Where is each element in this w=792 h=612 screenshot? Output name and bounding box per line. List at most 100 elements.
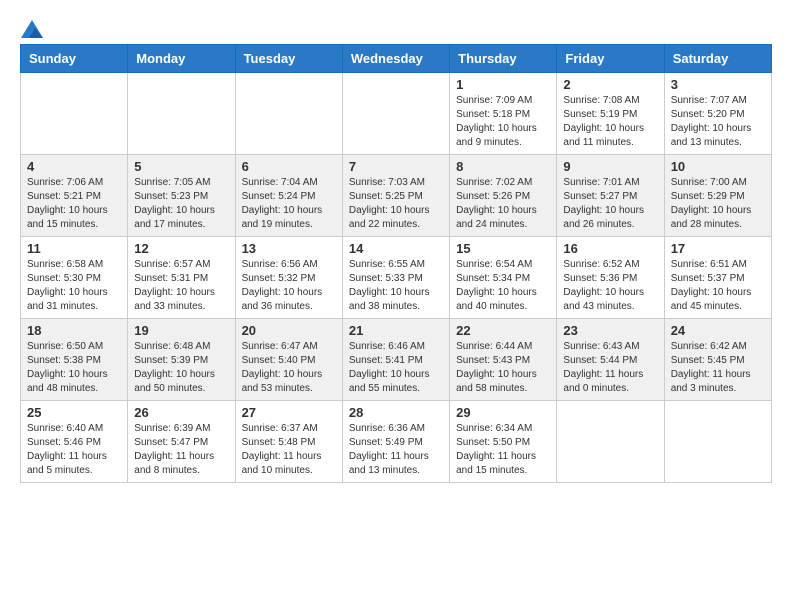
day-info: Sunrise: 6:34 AM Sunset: 5:50 PM Dayligh…: [456, 422, 550, 478]
day-info: Sunrise: 6:56 AM Sunset: 5:32 PM Dayligh…: [242, 258, 336, 314]
day-info: Sunrise: 6:36 AM Sunset: 5:49 PM Dayligh…: [349, 422, 443, 478]
day-number: 6: [242, 159, 336, 174]
day-header-tuesday: Tuesday: [235, 45, 342, 73]
day-number: 18: [27, 323, 121, 338]
day-info: Sunrise: 6:57 AM Sunset: 5:31 PM Dayligh…: [134, 258, 228, 314]
calendar-cell: 5 Sunrise: 7:05 AM Sunset: 5:23 PM Daylig…: [128, 155, 235, 237]
day-info: Sunrise: 7:02 AM Sunset: 5:26 PM Dayligh…: [456, 176, 550, 232]
day-info: Sunrise: 6:43 AM Sunset: 5:44 PM Dayligh…: [563, 340, 657, 396]
day-number: 24: [671, 323, 765, 338]
day-info: Sunrise: 6:51 AM Sunset: 5:37 PM Dayligh…: [671, 258, 765, 314]
calendar-cell: 2Sunrise: 7:08 AM Sunset: 5:19 PM Daylig…: [557, 73, 664, 155]
calendar-cell: [557, 401, 664, 483]
calendar-cell: 8 Sunrise: 7:02 AM Sunset: 5:26 PM Daylig…: [450, 155, 557, 237]
day-header-sunday: Sunday: [21, 45, 128, 73]
day-number: 7: [349, 159, 443, 174]
calendar-week-row: 4 Sunrise: 7:06 AM Sunset: 5:21 PM Daylig…: [21, 155, 772, 237]
calendar-cell: 7 Sunrise: 7:03 AM Sunset: 5:25 PM Daylig…: [342, 155, 449, 237]
day-info: Sunrise: 7:09 AM Sunset: 5:18 PM Dayligh…: [456, 94, 550, 150]
calendar-cell: [21, 73, 128, 155]
day-info: Sunrise: 7:00 AM Sunset: 5:29 PM Dayligh…: [671, 176, 765, 232]
day-header-thursday: Thursday: [450, 45, 557, 73]
day-info: Sunrise: 6:58 AM Sunset: 5:30 PM Dayligh…: [27, 258, 121, 314]
day-number: 27: [242, 405, 336, 420]
calendar-cell: [128, 73, 235, 155]
calendar-cell: 15 Sunrise: 6:54 AM Sunset: 5:34 PM Dayli…: [450, 237, 557, 319]
day-info: Sunrise: 7:04 AM Sunset: 5:24 PM Dayligh…: [242, 176, 336, 232]
day-header-friday: Friday: [557, 45, 664, 73]
calendar-cell: [342, 73, 449, 155]
day-info: Sunrise: 6:46 AM Sunset: 5:41 PM Dayligh…: [349, 340, 443, 396]
calendar-cell: 6 Sunrise: 7:04 AM Sunset: 5:24 PM Daylig…: [235, 155, 342, 237]
calendar-cell: [664, 401, 771, 483]
day-info: Sunrise: 7:06 AM Sunset: 5:21 PM Dayligh…: [27, 176, 121, 232]
calendar-header-row: SundayMondayTuesdayWednesdayThursdayFrid…: [21, 45, 772, 73]
calendar-cell: 19 Sunrise: 6:48 AM Sunset: 5:39 PM Dayli…: [128, 319, 235, 401]
calendar-cell: 18 Sunrise: 6:50 AM Sunset: 5:38 PM Dayli…: [21, 319, 128, 401]
calendar-cell: 22 Sunrise: 6:44 AM Sunset: 5:43 PM Dayli…: [450, 319, 557, 401]
calendar-week-row: 11 Sunrise: 6:58 AM Sunset: 5:30 PM Dayli…: [21, 237, 772, 319]
calendar-cell: 12 Sunrise: 6:57 AM Sunset: 5:31 PM Dayli…: [128, 237, 235, 319]
day-info: Sunrise: 6:39 AM Sunset: 5:47 PM Dayligh…: [134, 422, 228, 478]
day-info: Sunrise: 7:07 AM Sunset: 5:20 PM Dayligh…: [671, 94, 765, 150]
day-number: 14: [349, 241, 443, 256]
day-header-monday: Monday: [128, 45, 235, 73]
day-info: Sunrise: 7:05 AM Sunset: 5:23 PM Dayligh…: [134, 176, 228, 232]
day-info: Sunrise: 6:42 AM Sunset: 5:45 PM Dayligh…: [671, 340, 765, 396]
calendar-week-row: 25 Sunrise: 6:40 AM Sunset: 5:46 PM Dayli…: [21, 401, 772, 483]
day-number: 25: [27, 405, 121, 420]
calendar-cell: 10 Sunrise: 7:00 AM Sunset: 5:29 PM Dayli…: [664, 155, 771, 237]
day-number: 22: [456, 323, 550, 338]
day-number: 28: [349, 405, 443, 420]
day-info: Sunrise: 6:55 AM Sunset: 5:33 PM Dayligh…: [349, 258, 443, 314]
day-number: 8: [456, 159, 550, 174]
day-number: 20: [242, 323, 336, 338]
day-info: Sunrise: 6:48 AM Sunset: 5:39 PM Dayligh…: [134, 340, 228, 396]
day-number: 4: [27, 159, 121, 174]
day-number: 12: [134, 241, 228, 256]
day-info: Sunrise: 7:01 AM Sunset: 5:27 PM Dayligh…: [563, 176, 657, 232]
calendar-cell: 13 Sunrise: 6:56 AM Sunset: 5:32 PM Dayli…: [235, 237, 342, 319]
calendar-cell: 28 Sunrise: 6:36 AM Sunset: 5:49 PM Dayli…: [342, 401, 449, 483]
header: [20, 20, 772, 34]
day-number: 16: [563, 241, 657, 256]
calendar-cell: 9 Sunrise: 7:01 AM Sunset: 5:27 PM Daylig…: [557, 155, 664, 237]
day-info: Sunrise: 7:03 AM Sunset: 5:25 PM Dayligh…: [349, 176, 443, 232]
calendar-cell: 24 Sunrise: 6:42 AM Sunset: 5:45 PM Dayli…: [664, 319, 771, 401]
day-number: 1: [456, 77, 550, 92]
calendar-cell: 26 Sunrise: 6:39 AM Sunset: 5:47 PM Dayli…: [128, 401, 235, 483]
day-info: Sunrise: 6:40 AM Sunset: 5:46 PM Dayligh…: [27, 422, 121, 478]
calendar-cell: 27 Sunrise: 6:37 AM Sunset: 5:48 PM Dayli…: [235, 401, 342, 483]
day-info: Sunrise: 6:50 AM Sunset: 5:38 PM Dayligh…: [27, 340, 121, 396]
day-number: 29: [456, 405, 550, 420]
day-number: 11: [27, 241, 121, 256]
day-header-saturday: Saturday: [664, 45, 771, 73]
day-number: 13: [242, 241, 336, 256]
calendar-week-row: 18 Sunrise: 6:50 AM Sunset: 5:38 PM Dayli…: [21, 319, 772, 401]
day-number: 23: [563, 323, 657, 338]
day-info: Sunrise: 6:47 AM Sunset: 5:40 PM Dayligh…: [242, 340, 336, 396]
calendar-cell: 14 Sunrise: 6:55 AM Sunset: 5:33 PM Dayli…: [342, 237, 449, 319]
calendar-cell: 16Sunrise: 6:52 AM Sunset: 5:36 PM Dayli…: [557, 237, 664, 319]
calendar-cell: 20 Sunrise: 6:47 AM Sunset: 5:40 PM Dayli…: [235, 319, 342, 401]
day-number: 15: [456, 241, 550, 256]
day-info: Sunrise: 6:37 AM Sunset: 5:48 PM Dayligh…: [242, 422, 336, 478]
day-number: 10: [671, 159, 765, 174]
day-number: 17: [671, 241, 765, 256]
day-number: 26: [134, 405, 228, 420]
calendar-cell: 29 Sunrise: 6:34 AM Sunset: 5:50 PM Dayli…: [450, 401, 557, 483]
day-number: 5: [134, 159, 228, 174]
calendar: SundayMondayTuesdayWednesdayThursdayFrid…: [20, 44, 772, 483]
day-info: Sunrise: 6:54 AM Sunset: 5:34 PM Dayligh…: [456, 258, 550, 314]
day-number: 9: [563, 159, 657, 174]
logo-icon: [21, 20, 43, 38]
day-number: 19: [134, 323, 228, 338]
calendar-cell: 25 Sunrise: 6:40 AM Sunset: 5:46 PM Dayli…: [21, 401, 128, 483]
calendar-cell: 21Sunrise: 6:46 AM Sunset: 5:41 PM Dayli…: [342, 319, 449, 401]
calendar-week-row: 1 Sunrise: 7:09 AM Sunset: 5:18 PM Daylig…: [21, 73, 772, 155]
day-info: Sunrise: 6:44 AM Sunset: 5:43 PM Dayligh…: [456, 340, 550, 396]
calendar-cell: 1 Sunrise: 7:09 AM Sunset: 5:18 PM Daylig…: [450, 73, 557, 155]
calendar-cell: 3Sunrise: 7:07 AM Sunset: 5:20 PM Daylig…: [664, 73, 771, 155]
calendar-cell: 23 Sunrise: 6:43 AM Sunset: 5:44 PM Dayli…: [557, 319, 664, 401]
calendar-cell: 11 Sunrise: 6:58 AM Sunset: 5:30 PM Dayli…: [21, 237, 128, 319]
